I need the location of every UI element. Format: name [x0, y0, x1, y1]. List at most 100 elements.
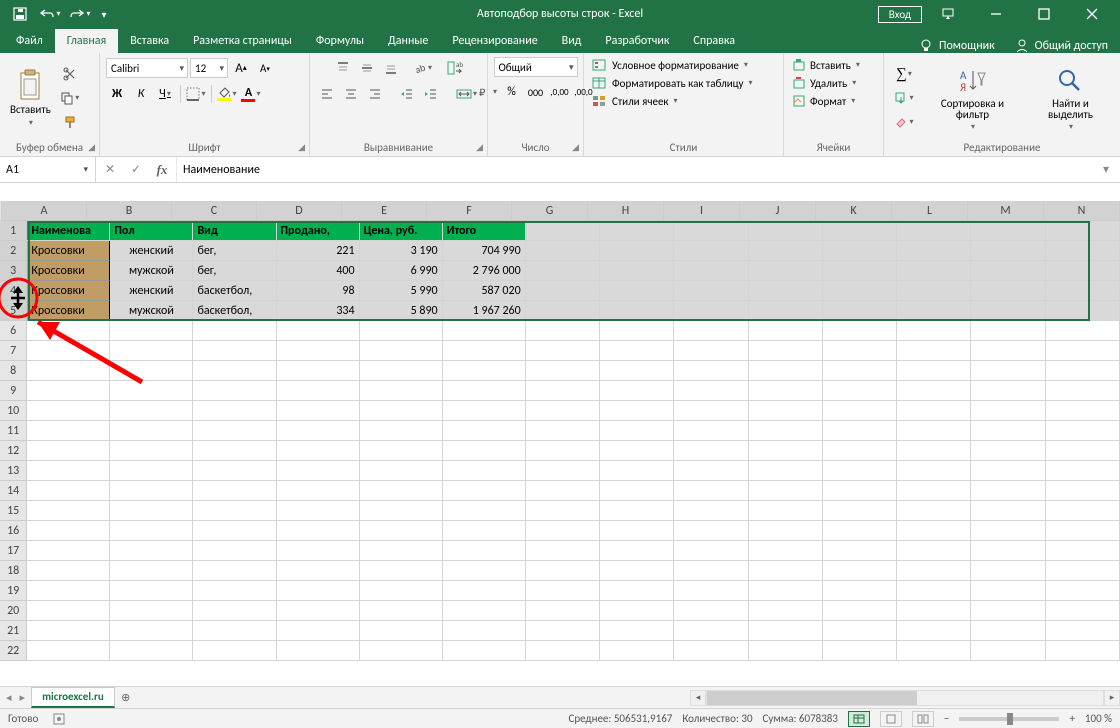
cell-B9[interactable] — [110, 381, 193, 401]
cell-E14[interactable] — [360, 481, 443, 501]
copy-button[interactable]: ▾ — [59, 87, 81, 109]
cell-I18[interactable] — [674, 561, 748, 581]
cell-H3[interactable] — [600, 261, 674, 281]
italic-button[interactable]: К — [130, 83, 152, 105]
clear-button[interactable]: ▾ — [890, 111, 918, 133]
cell-E1[interactable]: Цена, руб. — [360, 221, 443, 241]
cell-I14[interactable] — [674, 481, 748, 501]
tell-me[interactable]: Помощник — [919, 39, 995, 53]
cell-E20[interactable] — [360, 601, 443, 621]
cell-E15[interactable] — [360, 501, 443, 521]
cell-M3[interactable] — [971, 261, 1045, 281]
bold-button[interactable]: Ж — [106, 83, 128, 105]
cell-M20[interactable] — [971, 601, 1045, 621]
cell-H8[interactable] — [600, 361, 674, 381]
cell-M8[interactable] — [971, 361, 1045, 381]
number-dialog-launcher[interactable]: ◢ — [572, 142, 579, 153]
find-select-button[interactable]: Найти и выделить▾ — [1027, 62, 1114, 134]
cell-G6[interactable] — [526, 321, 600, 341]
cell-J17[interactable] — [749, 541, 823, 561]
cell-I3[interactable] — [674, 261, 748, 281]
cell-E10[interactable] — [360, 401, 443, 421]
cell-I16[interactable] — [674, 521, 748, 541]
cell-F12[interactable] — [443, 441, 526, 461]
cell-G7[interactable] — [526, 341, 600, 361]
cell-K18[interactable] — [823, 561, 897, 581]
cell-A21[interactable] — [27, 621, 110, 641]
cell-K15[interactable] — [823, 501, 897, 521]
cell-H19[interactable] — [600, 581, 674, 601]
tab-view[interactable]: Вид — [550, 29, 594, 53]
cell-F20[interactable] — [443, 601, 526, 621]
cell-A17[interactable] — [27, 541, 110, 561]
cell-C3[interactable]: бег, — [193, 261, 276, 281]
cell-H10[interactable] — [600, 401, 674, 421]
align-center-button[interactable] — [340, 83, 362, 105]
cell-I17[interactable] — [674, 541, 748, 561]
cell-B20[interactable] — [110, 601, 193, 621]
cell-J10[interactable] — [749, 401, 823, 421]
cell-A5[interactable]: Кроссовки — [27, 301, 110, 321]
cell-E3[interactable]: 6 990 — [360, 261, 443, 281]
cell-E5[interactable]: 5 890 — [360, 301, 443, 321]
ribbon-display-options[interactable] — [926, 0, 970, 28]
cell-I15[interactable] — [674, 501, 748, 521]
cell-N9[interactable] — [1046, 381, 1120, 401]
cell-J8[interactable] — [749, 361, 823, 381]
cell-K5[interactable] — [823, 301, 897, 321]
cell-M16[interactable] — [971, 521, 1045, 541]
sort-filter-button[interactable]: AЯ Сортировка и фильтр▾ — [922, 62, 1023, 134]
cell-C5[interactable]: баскетбол, — [193, 301, 276, 321]
cell-G22[interactable] — [526, 641, 600, 661]
cell-K19[interactable] — [823, 581, 897, 601]
cell-I13[interactable] — [674, 461, 748, 481]
cell-F8[interactable] — [443, 361, 526, 381]
cell-G17[interactable] — [526, 541, 600, 561]
cell-C8[interactable] — [193, 361, 276, 381]
cell-J5[interactable] — [749, 301, 823, 321]
cell-I22[interactable] — [674, 641, 748, 661]
cell-G14[interactable] — [526, 481, 600, 501]
cell-B18[interactable] — [110, 561, 193, 581]
cell-D5[interactable]: 334 — [277, 301, 360, 321]
cell-E11[interactable] — [360, 421, 443, 441]
cell-H6[interactable] — [600, 321, 674, 341]
cell-G18[interactable] — [526, 561, 600, 581]
cell-J12[interactable] — [749, 441, 823, 461]
cell-E6[interactable] — [360, 321, 443, 341]
font-size-combo[interactable]: 12▾ — [190, 58, 228, 78]
insert-function-button[interactable]: fx — [152, 160, 172, 180]
cell-E2[interactable]: 3 190 — [360, 241, 443, 261]
cell-L4[interactable] — [897, 281, 971, 301]
underline-button[interactable]: Ч▾ — [154, 83, 176, 105]
cell-F5[interactable]: 1 967 260 — [443, 301, 526, 321]
cell-F6[interactable] — [443, 321, 526, 341]
cell-K16[interactable] — [823, 521, 897, 541]
cell-N14[interactable] — [1046, 481, 1120, 501]
cell-C21[interactable] — [193, 621, 276, 641]
cell-M12[interactable] — [971, 441, 1045, 461]
decrease-indent-button[interactable] — [396, 83, 418, 105]
cell-B6[interactable] — [110, 321, 193, 341]
cell-H13[interactable] — [600, 461, 674, 481]
cut-button[interactable] — [59, 63, 81, 85]
cell-H22[interactable] — [600, 641, 674, 661]
cell-A1[interactable]: Наименова — [27, 221, 110, 241]
row-header-22[interactable]: 22 — [0, 641, 27, 661]
cell-D6[interactable] — [277, 321, 360, 341]
cell-M21[interactable] — [971, 621, 1045, 641]
cell-L14[interactable] — [897, 481, 971, 501]
sheet-nav-first[interactable]: ◂ — [6, 691, 12, 704]
cell-B13[interactable] — [110, 461, 193, 481]
column-header-E[interactable]: E — [342, 201, 427, 220]
cell-E22[interactable] — [360, 641, 443, 661]
normal-view-button[interactable] — [848, 711, 870, 727]
cell-M22[interactable] — [971, 641, 1045, 661]
cell-N3[interactable] — [1046, 261, 1120, 281]
cell-A3[interactable]: Кроссовки — [27, 261, 110, 281]
cell-C9[interactable] — [193, 381, 276, 401]
cell-G9[interactable] — [526, 381, 600, 401]
cell-M18[interactable] — [971, 561, 1045, 581]
column-header-D[interactable]: D — [257, 201, 342, 220]
name-box[interactable]: A1▾ — [0, 157, 96, 182]
